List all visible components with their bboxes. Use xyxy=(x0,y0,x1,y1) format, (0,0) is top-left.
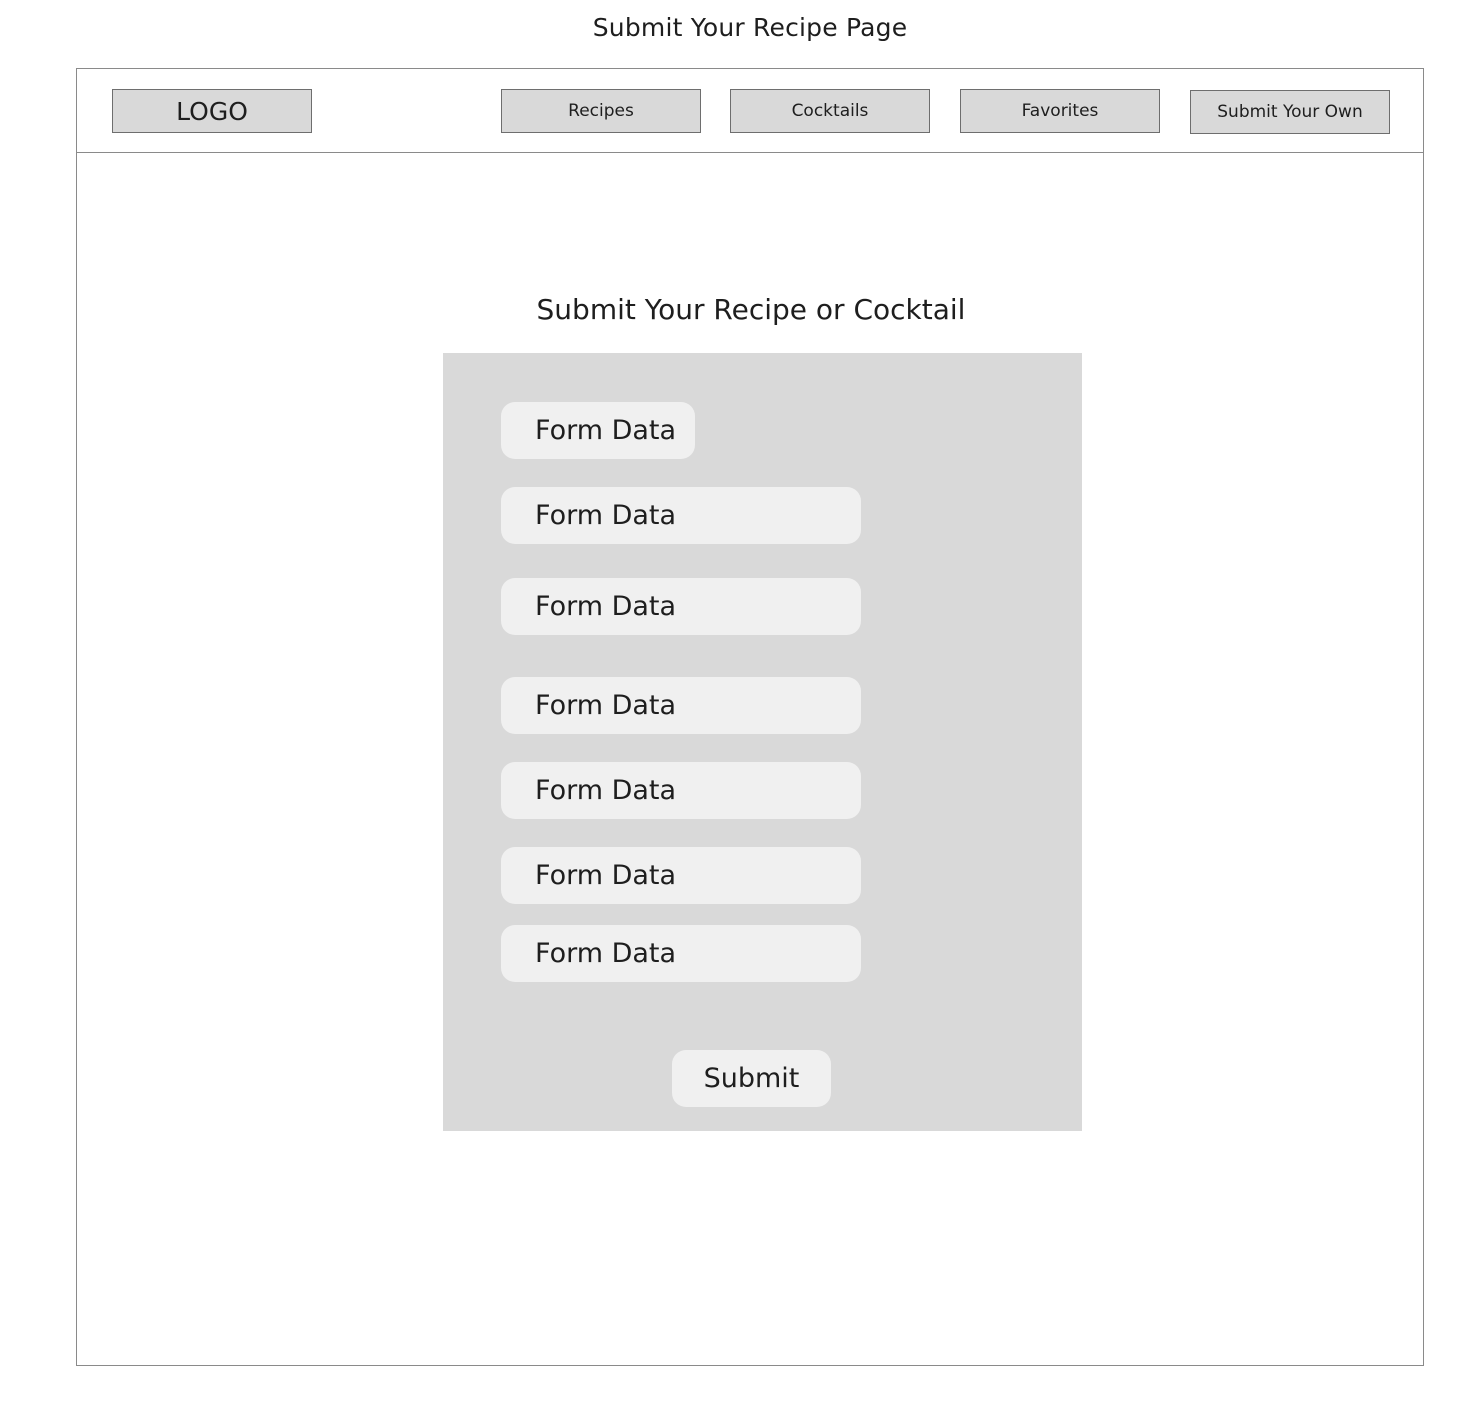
navbar: LOGO Recipes Cocktails Favorites Submit … xyxy=(77,69,1423,153)
page-caption: Submit Your Recipe Page xyxy=(592,13,908,42)
submit-button[interactable]: Submit xyxy=(672,1050,831,1107)
form-field-4[interactable]: Form Data xyxy=(501,677,861,734)
nav-submit-your-own-button[interactable]: Submit Your Own xyxy=(1190,90,1390,134)
form-field-2[interactable]: Form Data xyxy=(501,487,861,544)
form-field-3[interactable]: Form Data xyxy=(501,578,861,635)
form-title: Submit Your Recipe or Cocktail xyxy=(536,293,966,326)
submission-form: Form Data Form Data Form Data Form Data … xyxy=(443,353,1082,1131)
form-field-1[interactable]: Form Data xyxy=(501,402,695,459)
form-field-5[interactable]: Form Data xyxy=(501,762,861,819)
browser-frame: LOGO Recipes Cocktails Favorites Submit … xyxy=(76,68,1424,1366)
form-field-6[interactable]: Form Data xyxy=(501,847,861,904)
nav-cocktails-button[interactable]: Cocktails xyxy=(730,89,930,133)
nav-favorites-button[interactable]: Favorites xyxy=(960,89,1160,133)
logo: LOGO xyxy=(112,89,312,133)
form-field-7[interactable]: Form Data xyxy=(501,925,861,982)
nav-recipes-button[interactable]: Recipes xyxy=(501,89,701,133)
